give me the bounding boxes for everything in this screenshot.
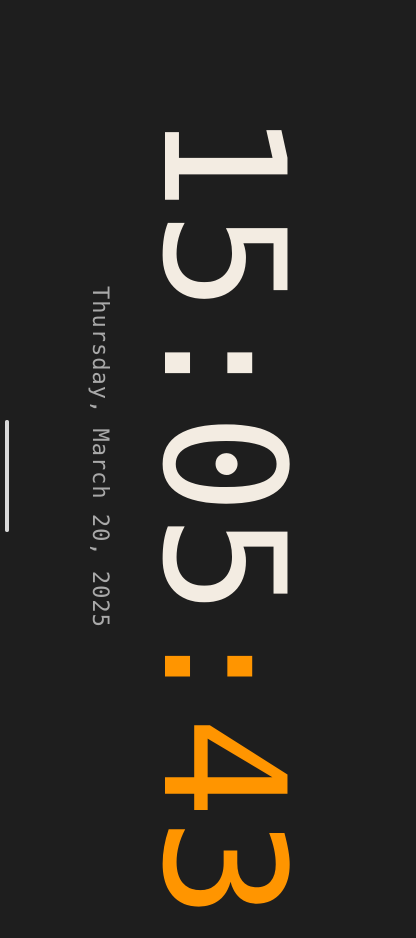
time-minutes: 05	[125, 413, 321, 616]
time-separator-1: :	[125, 312, 321, 414]
date-display: Thursday, March 20, 2025	[87, 286, 112, 628]
clock-screen: 15:05:43 Thursday, March 20, 2025	[0, 0, 416, 938]
time-seconds: 43	[125, 716, 321, 920]
home-indicator[interactable]	[5, 420, 9, 532]
time-hours: 15	[125, 110, 321, 313]
time-display: 15:05:43	[125, 110, 321, 919]
time-separator-2: :	[125, 615, 321, 717]
